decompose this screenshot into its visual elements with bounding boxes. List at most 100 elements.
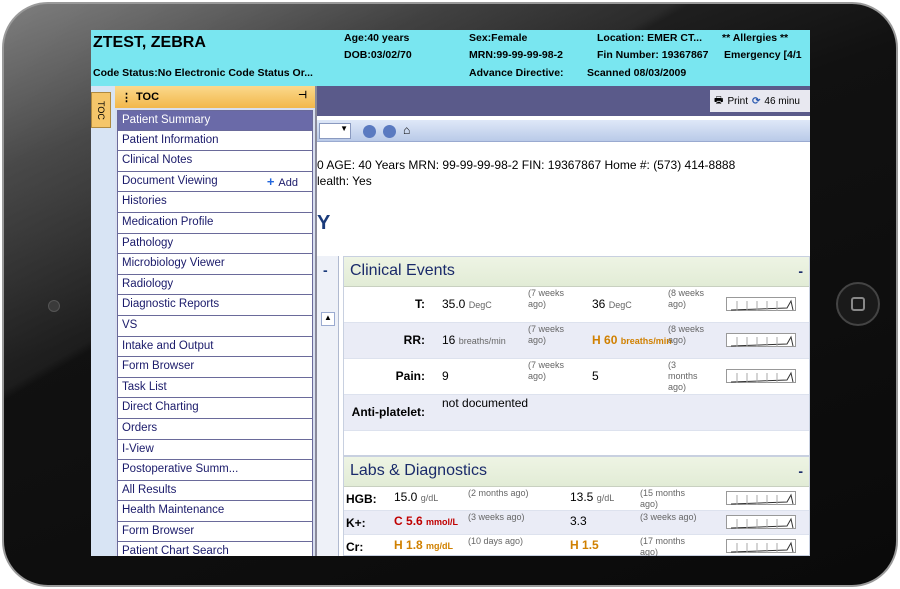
patient-dob: DOB:03/02/70 — [344, 49, 412, 61]
toc-item[interactable]: Orders — [117, 418, 313, 440]
toc-item[interactable]: Direct Charting — [117, 398, 313, 419]
toc-item[interactable]: Radiology — [117, 274, 313, 296]
lab-previous-value: 3.3 — [570, 514, 587, 528]
trend-sparkline[interactable] — [726, 515, 796, 529]
value-text: 13.5 — [570, 490, 594, 504]
lab-age: (17 months ago) — [640, 536, 686, 556]
home-button[interactable] — [836, 282, 880, 326]
back-icon[interactable] — [363, 125, 376, 138]
toc-item[interactable]: Clinical Notes — [117, 151, 313, 172]
toc-item[interactable]: Patient Chart Search — [117, 542, 313, 556]
toc-item[interactable]: Form Browser — [117, 357, 313, 378]
lab-age: (2 months ago) — [468, 488, 529, 498]
toc-item[interactable]: Intake and Output — [117, 336, 313, 358]
event-value: 16 breaths/min — [442, 333, 506, 347]
print-button[interactable]: Print — [727, 96, 748, 107]
value-unit: DegC — [608, 300, 632, 310]
home-square-icon — [851, 297, 865, 311]
event-previous-value: H 60 breaths/min — [592, 333, 672, 347]
collapse-icon[interactable]: - — [323, 262, 328, 278]
print-icon[interactable]: 🖶 — [714, 93, 723, 110]
code-status: Code Status:No Electronic Code Status Or… — [93, 67, 313, 79]
lab-previous-value: H 1.5 — [570, 538, 599, 552]
value-text: not documented — [442, 396, 529, 410]
trend-sparkline[interactable] — [726, 491, 796, 505]
value-unit: mmol/L — [426, 517, 459, 527]
patient-mrn: MRN:99-99-99-98-2 — [469, 49, 563, 61]
patient-location: Location: EMER CT... — [597, 32, 702, 44]
nav-dropdown[interactable]: ▼ — [319, 123, 351, 139]
event-age: (7 weeks ago) — [528, 324, 565, 345]
toc-side-tab[interactable]: TOC — [91, 92, 111, 128]
patient-banner: ZTEST, ZEBRA Code Status:No Electronic C… — [91, 30, 810, 86]
trend-sparkline[interactable] — [726, 333, 796, 347]
lab-label: HGB: — [346, 492, 377, 506]
toc-item-label: Direct Charting — [122, 401, 199, 414]
toc-item[interactable]: Diagnostic Reports — [117, 295, 313, 316]
value-unit: g/dL — [596, 493, 615, 503]
toc-item[interactable]: Document Viewing + Add — [117, 171, 313, 193]
toc-list: Patient Summary Patient Information Clinic… — [117, 110, 313, 556]
main-content: ▼ ⌂ 0 AGE: 40 Years MRN: 99-99-99-98-2 F… — [317, 116, 810, 556]
add-button[interactable]: + Add — [267, 172, 298, 192]
event-previous-value: 36 DegC — [592, 297, 632, 311]
value-text: 60 — [604, 333, 618, 347]
section-title: Clinical Events — [350, 262, 455, 279]
toc-item[interactable]: Patient Summary — [117, 110, 313, 131]
toc-item[interactable]: All Results — [117, 480, 313, 502]
lab-row: HGB: 15.0 g/dL (2 months ago) 13.5 g/dL (15 … — [344, 487, 809, 511]
toc-item[interactable]: Medication Profile — [117, 212, 313, 234]
result-flag: C — [394, 514, 403, 528]
collapse-icon[interactable]: - — [798, 257, 803, 285]
refresh-icon[interactable]: ⟳ — [752, 96, 760, 107]
collapsed-column: - ▲ — [317, 256, 339, 556]
toc-item[interactable]: Pathology — [117, 233, 313, 255]
forward-icon[interactable] — [383, 125, 396, 138]
toc-item[interactable]: I-View — [117, 439, 313, 461]
toc-panel: ⋮ TOC ⊣ Patient Summary Patient Informati… — [115, 86, 317, 556]
scroll-up-icon[interactable]: ▲ — [321, 312, 335, 326]
toc-item-label: Document Viewing — [122, 174, 218, 187]
trend-sparkline[interactable] — [726, 539, 796, 553]
allergies-link[interactable]: ** Allergies ** — [722, 32, 788, 44]
event-age: (7 weeks ago) — [528, 288, 565, 309]
value-text: 15.0 — [394, 490, 418, 504]
event-age: (3 months ago) — [668, 360, 698, 392]
toc-item[interactable]: VS — [117, 315, 313, 337]
labs-section: Labs & Diagnostics - HGB: 15.0 g/dL (2 mon… — [343, 456, 810, 556]
value-text: 9 — [442, 369, 449, 383]
toc-item-label: Microbiology Viewer — [122, 257, 225, 270]
home-icon[interactable]: ⌂ — [403, 123, 410, 137]
toc-item[interactable]: Histories — [117, 192, 313, 213]
toc-item[interactable]: Postoperative Summ... — [117, 460, 313, 481]
patient-info-line-2: lealth: Yes — [317, 174, 372, 188]
event-label: T: — [415, 297, 425, 311]
refresh-timer: 46 minu — [764, 95, 800, 107]
trend-sparkline[interactable] — [726, 369, 796, 383]
toc-item-label: Clinical Notes — [122, 154, 193, 167]
toolbar-actions: 🖶 Print ⟳ 46 minu — [710, 90, 810, 112]
toc-item[interactable]: Microbiology Viewer — [117, 254, 313, 275]
trend-sparkline[interactable] — [726, 297, 796, 311]
grip-icon[interactable]: ⋮ — [121, 91, 132, 104]
clinical-events-rows: T: 35.0 DegC (7 weeks ago) 36 DegC (8 weeks … — [344, 287, 809, 431]
labs-rows: HGB: 15.0 g/dL (2 months ago) 13.5 g/dL (15 … — [344, 487, 809, 556]
value-unit: DegC — [468, 300, 492, 310]
toc-header: ⋮ TOC ⊣ — [115, 86, 315, 108]
event-age: (8 weeks ago) — [668, 324, 705, 345]
toc-item-label: Pathology — [122, 236, 174, 249]
pin-icon[interactable]: ⊣ — [298, 90, 307, 101]
advance-directive-label: Advance Directive: — [469, 67, 564, 79]
toc-item[interactable]: Patient Information — [117, 130, 313, 152]
encounter-type: Emergency [4/1 — [724, 49, 802, 61]
collapse-icon[interactable]: - — [798, 457, 803, 485]
value-text: 16 — [442, 333, 456, 347]
toc-item[interactable]: Form Browser — [117, 521, 313, 543]
patient-info-line: 0 AGE: 40 Years MRN: 99-99-99-98-2 FIN: … — [317, 158, 736, 172]
toc-item[interactable]: Task List — [117, 377, 313, 399]
toc-item-label: Task List — [122, 380, 167, 393]
toc-item-label: Form Browser — [122, 360, 195, 373]
page-title-fragment: Y — [317, 212, 331, 234]
toc-item[interactable]: Health Maintenance — [117, 501, 313, 522]
lab-previous-value: 13.5 g/dL — [570, 490, 614, 504]
